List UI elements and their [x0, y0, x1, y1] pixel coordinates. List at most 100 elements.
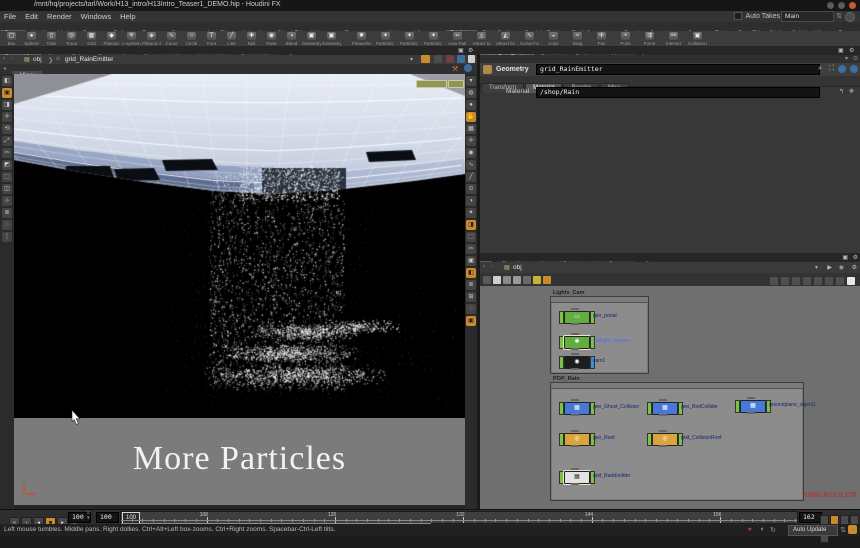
- shelf-tool-auto-patrol[interactable]: ➳Auto Patrol: [448, 31, 467, 46]
- help-icon[interactable]: [838, 65, 846, 73]
- pin-icon[interactable]: [421, 55, 430, 63]
- node-cam1[interactable]: ◉cam1: [559, 356, 595, 367]
- network-toolbar-icon[interactable]: [770, 277, 778, 285]
- pane-dropdown-icon[interactable]: ▾: [845, 55, 848, 62]
- menu-help[interactable]: Help: [120, 12, 135, 21]
- shelf-tool-drag[interactable]: ≈Drag: [568, 31, 587, 46]
- viewport-tool-icon[interactable]: ≣: [466, 280, 476, 290]
- menu-edit[interactable]: Edit: [25, 12, 38, 21]
- info-icon[interactable]: [850, 65, 858, 73]
- node-input-stub[interactable]: [571, 430, 579, 432]
- node-input-stub[interactable]: [747, 397, 755, 399]
- viewport-tool-icon[interactable]: ✋: [466, 112, 476, 122]
- node-geo_Ghost_Collision[interactable]: ▦geo_Ghost_Collision: [559, 402, 595, 413]
- shelf-tool-torus[interactable]: ◎Torus: [62, 31, 81, 46]
- viewport-tool-icon[interactable]: ⊞: [466, 292, 476, 302]
- shelf-tool-platonic-so[interactable]: ◈Platonic So: [142, 31, 161, 46]
- viewport-tool-icon[interactable]: ◩: [2, 160, 12, 170]
- shelf-tool-null[interactable]: ✚Null: [242, 31, 261, 46]
- shelf-tool-tube[interactable]: ▯Tube: [42, 31, 61, 46]
- path-tool-icon[interactable]: [457, 55, 465, 63]
- camera-badge[interactable]: [448, 80, 464, 88]
- viewport-tool-icon[interactable]: ▣: [2, 88, 12, 98]
- shelf-tool-particles-fr[interactable]: ✦Particles fr: [424, 31, 443, 46]
- interrupt-icon[interactable]: [848, 525, 857, 534]
- pane-split-icon[interactable]: ▣: [458, 47, 464, 54]
- shelf-tool-collision-d[interactable]: ▣Collision D: [688, 31, 707, 46]
- material-param-field[interactable]: /shop/Rain: [536, 87, 820, 98]
- error-indicator-icon[interactable]: ●: [748, 526, 752, 533]
- shelf-tool-fan[interactable]: ✣Fan: [592, 31, 611, 46]
- viewport-tool-icon[interactable]: ╱: [466, 172, 476, 182]
- viewport-tool-icon[interactable]: ◍: [466, 88, 476, 98]
- node-name-field[interactable]: grid_RainEmitter: [536, 64, 820, 75]
- take-icon[interactable]: [845, 12, 855, 22]
- node-output-stub[interactable]: [571, 445, 579, 447]
- menu-file[interactable]: File: [4, 12, 16, 21]
- camera-icon[interactable]: ◉: [839, 264, 844, 271]
- globe-icon[interactable]: [464, 64, 472, 72]
- viewport-3d-scene[interactable]: [14, 74, 465, 418]
- auto-takes-checkbox[interactable]: [734, 12, 742, 20]
- viewport-tool-icon[interactable]: ▣: [466, 256, 476, 266]
- auto-takes-toggle[interactable]: Auto Takes: [734, 12, 780, 20]
- shelf-tool-rivet[interactable]: ◉Rivet: [262, 31, 281, 46]
- path-tool-icon[interactable]: [434, 55, 442, 63]
- viewport-tool-icon[interactable]: ◉: [466, 148, 476, 158]
- shelf-tool-platonic[interactable]: ◆Platonic: [102, 31, 121, 46]
- open-floating-icon[interactable]: ✥: [849, 88, 854, 95]
- pane-split-icon[interactable]: ▣: [842, 254, 848, 261]
- path-tool-icon[interactable]: [446, 55, 454, 63]
- shelf-tool-geometry[interactable]: ▣Geometry: [322, 31, 341, 46]
- viewport-tool-icon[interactable]: ⤢: [2, 136, 12, 146]
- shelf-tool-geometry[interactable]: ▣Geometry: [302, 31, 321, 46]
- viewport-tool-icon[interactable]: ◨: [466, 220, 476, 230]
- audio-icon[interactable]: ◖: [760, 526, 764, 533]
- viewport-tool-icon[interactable]: ◫: [2, 184, 12, 194]
- network-toolbar-icon[interactable]: [503, 276, 511, 284]
- node-input-stub[interactable]: [571, 468, 579, 470]
- path-dropdown-icon[interactable]: ▾: [815, 264, 818, 271]
- viewport-tool-icon[interactable]: ▣: [466, 316, 476, 326]
- node-input-stub[interactable]: [571, 399, 579, 401]
- network-toolbar-icon[interactable]: [803, 277, 811, 285]
- network-toolbar-icon[interactable]: [493, 276, 501, 284]
- viewport-tool-icon[interactable]: ⬚: [466, 232, 476, 242]
- network-toolbar-icon[interactable]: [825, 277, 833, 285]
- network-breadcrumb[interactable]: obj: [513, 264, 522, 271]
- shelf-tool-curve[interactable]: ∿Curve: [162, 31, 181, 46]
- viewport-tool-icon[interactable]: ✛: [2, 112, 12, 122]
- node-groundplane_object1[interactable]: ▦groundplane_object1: [735, 400, 771, 411]
- shelf-tool-curve-force[interactable]: ∿Curve Force: [520, 31, 539, 46]
- viewport-tool-icon[interactable]: ✛: [466, 136, 476, 146]
- nav-back-icon[interactable]: ‹: [3, 56, 5, 62]
- node-gridlight_livearea[interactable]: ✺gridlight_livearea: [559, 336, 595, 347]
- node-output-stub[interactable]: [571, 414, 579, 416]
- node-grid_CollisionRoof[interactable]: ◎grid_CollisionRoof: [647, 433, 683, 444]
- node-input-stub[interactable]: [659, 430, 667, 432]
- network-canvas[interactable]: Non-Public H13.0.178 Lights_Cam▭geo_port…: [480, 286, 860, 509]
- shelf-tool-grid[interactable]: ▦Grid: [82, 31, 101, 46]
- pane-close-icon[interactable]: ⊙: [853, 55, 858, 62]
- viewport-tool-icon[interactable]: ◨: [2, 100, 12, 110]
- snapping-icon[interactable]: ⚒: [452, 65, 458, 73]
- network-toolbar-icon[interactable]: [847, 277, 855, 285]
- network-box-lights_cam[interactable]: Lights_Cam▭geo_portal✺gridlight_livearea…: [550, 296, 649, 374]
- menu-render[interactable]: Render: [47, 12, 72, 21]
- shelf-tool-sphere[interactable]: ●Sphere: [22, 31, 41, 46]
- node-output-stub[interactable]: [659, 414, 667, 416]
- shelf-tool-force[interactable]: ⇶Force: [640, 31, 659, 46]
- viewport-tool-icon[interactable]: ⟲: [2, 124, 12, 134]
- node-output-stub[interactable]: [571, 323, 579, 325]
- node-geo_portal[interactable]: ▭geo_portal: [559, 311, 595, 322]
- shelf-tool-line[interactable]: ╱Line: [222, 31, 241, 46]
- close-button[interactable]: [849, 2, 856, 9]
- pane-menu-icon[interactable]: ⚙: [853, 254, 858, 261]
- network-toolbar-icon[interactable]: [836, 277, 844, 285]
- menu-windows[interactable]: Windows: [81, 12, 111, 21]
- auto-update-selector[interactable]: Auto Update: [788, 525, 838, 536]
- shelf-tool-box[interactable]: ▢Box: [2, 31, 21, 46]
- path-tool-icon[interactable]: [468, 55, 475, 63]
- play-updates-icon[interactable]: ▶: [827, 264, 832, 271]
- path-dropdown-icon[interactable]: ▾: [410, 56, 413, 63]
